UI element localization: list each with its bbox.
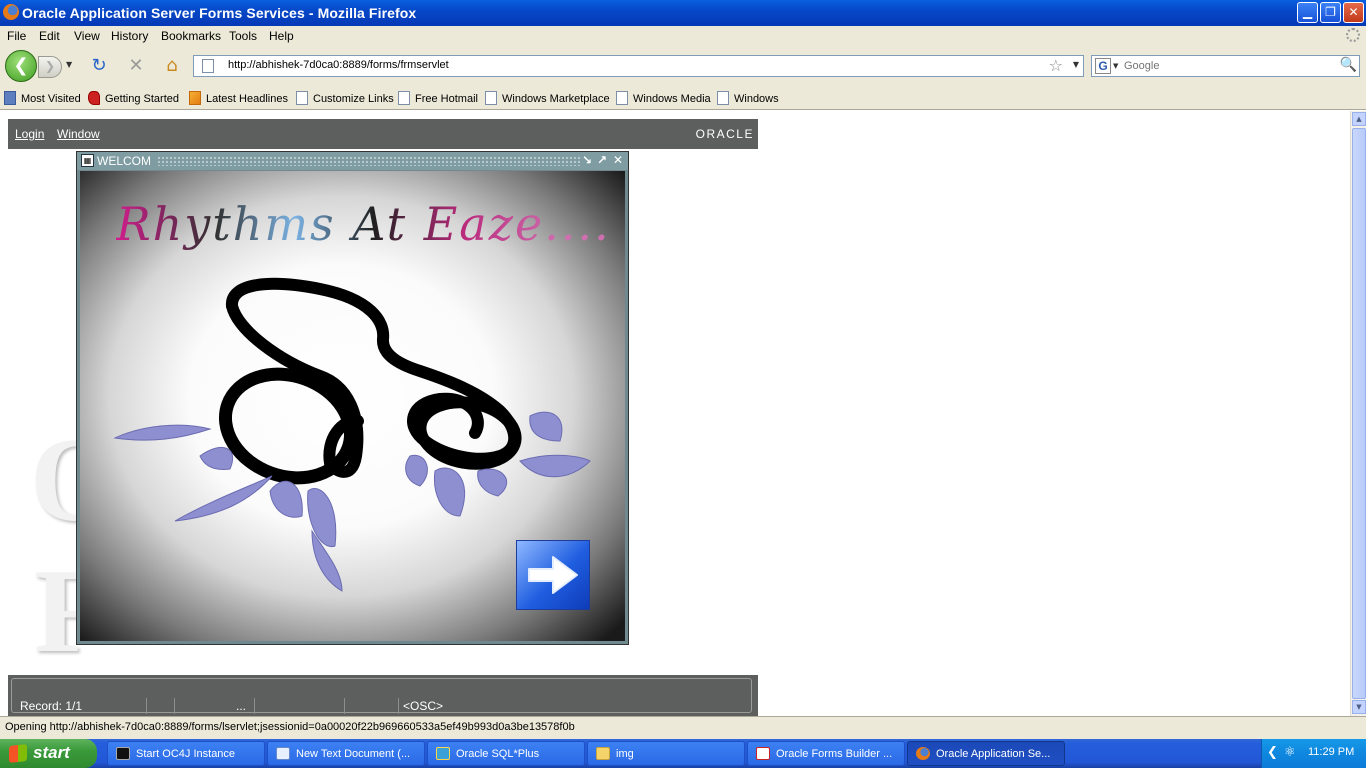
status-cell: [254, 698, 344, 714]
taskbar-item-forms-builder[interactable]: Oracle Forms Builder ...: [747, 741, 905, 766]
sqlplus-icon: [436, 747, 450, 760]
notepad-icon: [276, 747, 290, 760]
window-minimize-icon[interactable]: ↘: [582, 153, 592, 167]
search-box[interactable]: G ▼ 🔍: [1091, 55, 1360, 77]
status-cell: [344, 698, 398, 714]
most-visited-icon: [4, 91, 16, 105]
bookmark-latest-headlines[interactable]: Latest Headlines: [189, 91, 288, 105]
scroll-down-icon[interactable]: ▼: [1352, 700, 1366, 714]
reload-icon[interactable]: ↻: [88, 55, 110, 77]
start-button[interactable]: start: [0, 739, 97, 768]
back-button[interactable]: ❮: [5, 50, 37, 82]
oracle-logo: ORACLE: [695, 127, 754, 141]
scroll-up-icon[interactable]: ▲: [1352, 112, 1366, 126]
bookmark-customize-links[interactable]: Customize Links: [296, 91, 394, 105]
menu-history[interactable]: History: [111, 29, 148, 43]
forms-menu-window[interactable]: Window: [57, 127, 100, 141]
forms-menu-login[interactable]: Login: [15, 127, 44, 141]
menu-edit[interactable]: Edit: [39, 29, 60, 43]
url-text[interactable]: http://abhishek-7d0ca0:8889/forms/frmser…: [228, 59, 449, 71]
record-indicator: Record: 1/1: [20, 699, 83, 713]
rss-feed-icon: [189, 91, 201, 105]
home-icon[interactable]: ⌂: [161, 55, 183, 77]
status-cell: [146, 698, 174, 714]
menu-tools[interactable]: Tools: [229, 29, 257, 43]
navigation-toolbar: ❮ ❯ ▼ ↻ ✕ ⌂ http://abhishek-7d0ca0:8889/…: [0, 46, 1366, 86]
window-maximize-icon[interactable]: ↗: [597, 153, 607, 167]
status-cell-dots: ...: [174, 698, 254, 714]
bookmark-getting-started[interactable]: Getting Started: [88, 91, 179, 105]
minimize-button[interactable]: ▁: [1297, 2, 1318, 23]
console-icon: [116, 747, 130, 760]
window-title: Oracle Application Server Forms Services…: [22, 5, 417, 21]
titlebar-grip: [157, 156, 582, 166]
search-icon[interactable]: 🔍: [1340, 57, 1357, 73]
page-icon: [202, 59, 214, 73]
restore-button[interactable]: ❐: [1320, 2, 1341, 23]
menu-file[interactable]: File: [7, 29, 26, 43]
firefox-logo-icon: [3, 4, 19, 20]
tray-network-icon[interactable]: ⚛: [1284, 745, 1296, 760]
welcome-window-titlebar[interactable]: ▦ WELCOM ↘ ↗ ✕: [77, 152, 628, 170]
menu-help[interactable]: Help: [269, 29, 294, 43]
bookmark-windows-marketplace[interactable]: Windows Marketplace: [485, 91, 610, 105]
next-button[interactable]: [516, 540, 590, 610]
forms-status-frame: Record: 1/1 ... <OSC>: [11, 678, 752, 714]
window-close-icon[interactable]: ✕: [613, 153, 623, 167]
page-icon: [616, 91, 628, 105]
bookmarks-toolbar: Most Visited Getting Started Latest Head…: [0, 86, 1366, 110]
page-icon: [717, 91, 729, 105]
scroll-thumb[interactable]: [1352, 128, 1366, 699]
page-icon: [296, 91, 308, 105]
menu-bookmarks[interactable]: Bookmarks: [161, 29, 221, 43]
engine-dropdown-icon[interactable]: ▼: [1113, 62, 1118, 70]
taskbar-item-notepad[interactable]: New Text Document (...: [267, 741, 425, 766]
bookmark-most-visited[interactable]: Most Visited: [4, 91, 81, 105]
clock[interactable]: 11:29 PM: [1308, 746, 1354, 758]
welcome-image: Rhythms At Eaze....: [80, 171, 625, 641]
bookmark-windows-media[interactable]: Windows Media: [616, 91, 711, 105]
forms-status-panel: Record: 1/1 ... <OSC>: [8, 675, 758, 716]
firefox-icon: [916, 747, 930, 760]
bookmark-star-icon[interactable]: ☆: [1049, 56, 1063, 75]
taskbar-item-img-folder[interactable]: img: [587, 741, 745, 766]
system-tray: ❮ ⚛ 11:29 PM: [1261, 739, 1366, 768]
status-text: Opening http://abhishek-7d0ca0:8889/form…: [5, 721, 575, 733]
forms-menu-bar: Login Window ORACLE: [8, 119, 758, 149]
taskbar-item-sqlplus[interactable]: Oracle SQL*Plus: [427, 741, 585, 766]
stop-icon[interactable]: ✕: [125, 55, 147, 77]
page-icon: [398, 91, 410, 105]
menu-bar: File Edit View History Bookmarks Tools H…: [0, 26, 1366, 46]
forms-builder-icon: [756, 747, 770, 760]
right-arrow-icon: [528, 556, 578, 594]
forward-button[interactable]: ❯: [38, 56, 62, 78]
windows-taskbar: start Start OC4J Instance New Text Docum…: [0, 739, 1366, 768]
osc-indicator: <OSC>: [398, 698, 548, 714]
close-window-button[interactable]: ✕: [1343, 2, 1364, 23]
menu-view[interactable]: View: [74, 29, 100, 43]
windows-flag-icon: [9, 744, 27, 763]
welcome-window: ▦ WELCOM ↘ ↗ ✕ Rhythms At Eaze....: [76, 151, 629, 645]
bookmark-free-hotmail[interactable]: Free Hotmail: [398, 91, 478, 105]
loading-throbber-icon: [1346, 28, 1360, 42]
url-dropdown-icon[interactable]: ▼: [1073, 60, 1079, 69]
google-engine-icon[interactable]: G: [1095, 58, 1111, 74]
browser-title-bar: Oracle Application Server Forms Services…: [0, 0, 1366, 26]
browser-status-bar: Opening http://abhishek-7d0ca0:8889/form…: [0, 716, 1366, 739]
tray-expand-icon[interactable]: ❮: [1267, 745, 1278, 760]
search-input[interactable]: [1124, 58, 1334, 74]
taskbar-item-oc4j[interactable]: Start OC4J Instance: [107, 741, 265, 766]
address-bar[interactable]: http://abhishek-7d0ca0:8889/forms/frmser…: [193, 55, 1084, 77]
folder-icon: [596, 747, 610, 760]
getting-started-icon: [88, 91, 100, 105]
taskbar-item-firefox[interactable]: Oracle Application Se...: [907, 741, 1065, 766]
window-app-icon: ▦: [81, 154, 94, 167]
page-icon: [485, 91, 497, 105]
vertical-scrollbar[interactable]: ▲ ▼: [1350, 111, 1366, 716]
welcome-window-title: WELCOM: [97, 154, 151, 168]
history-dropdown-icon[interactable]: ▼: [66, 60, 72, 69]
bookmark-windows[interactable]: Windows: [717, 91, 779, 105]
